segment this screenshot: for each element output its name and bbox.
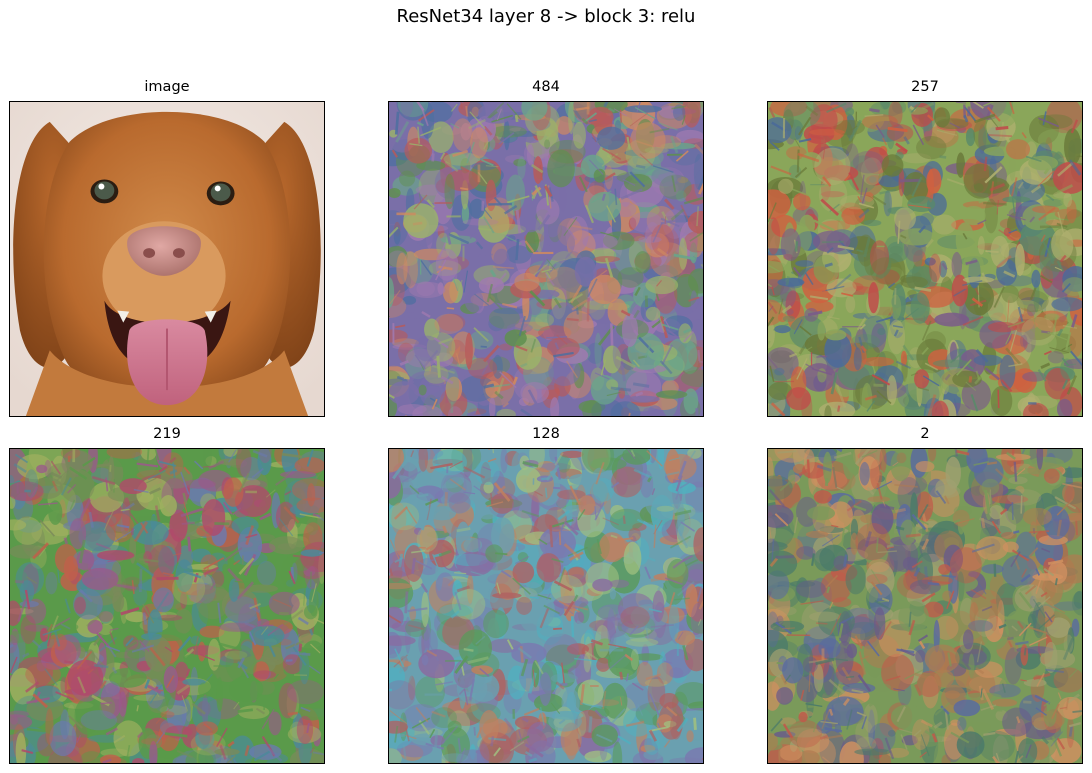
panel-title: 2 xyxy=(920,426,930,442)
panel-title: 219 xyxy=(153,426,181,442)
feature-map-484 xyxy=(388,101,704,417)
feature-map-2 xyxy=(767,448,1083,764)
panel-title: 128 xyxy=(532,426,560,442)
panel-title: 484 xyxy=(532,79,560,95)
dog-photo-drawing xyxy=(10,102,324,416)
feature-map-257 xyxy=(767,101,1083,417)
panel-title: image xyxy=(144,79,190,95)
feature-texture xyxy=(389,102,703,416)
feature-map-128 xyxy=(388,448,704,764)
dog-photo xyxy=(9,101,325,417)
figure-title: ResNet34 layer 8 -> block 3: relu xyxy=(396,6,696,27)
feature-texture xyxy=(10,449,324,763)
feature-texture xyxy=(768,102,1082,416)
panel-title: 257 xyxy=(911,79,939,95)
feature-texture xyxy=(389,449,703,763)
feature-texture xyxy=(768,449,1082,763)
feature-map-219 xyxy=(9,448,325,764)
